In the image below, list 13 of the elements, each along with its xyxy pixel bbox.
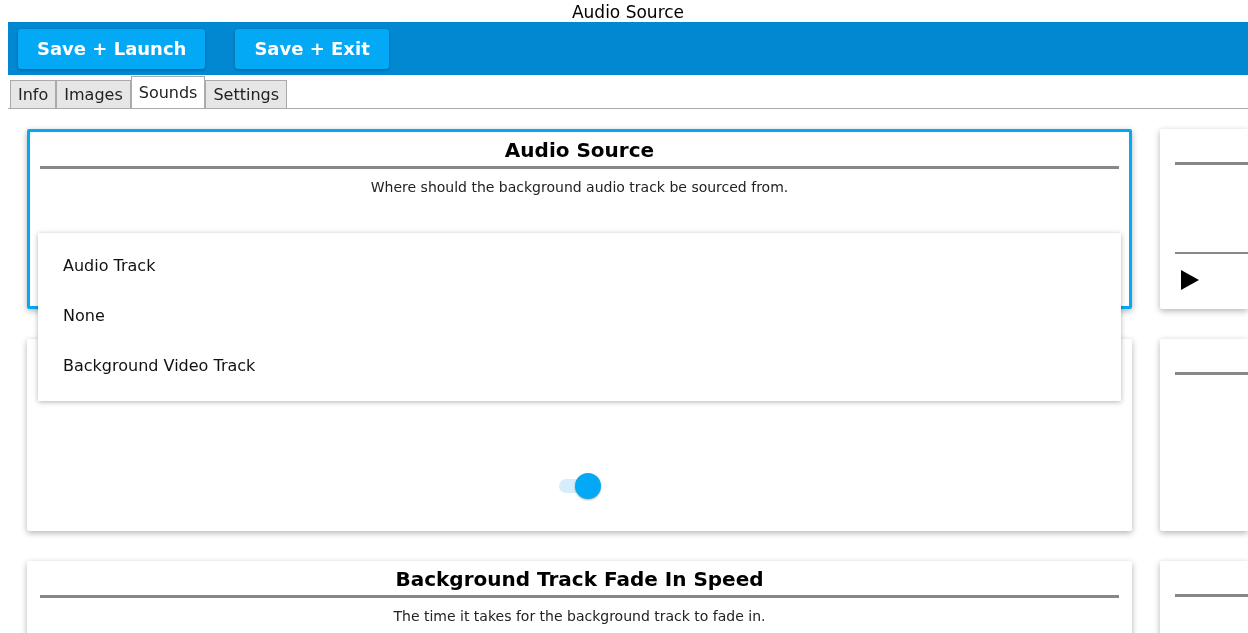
dropdown-option[interactable]: Audio Track	[38, 241, 1121, 291]
window-title: Audio Source	[571, 2, 685, 22]
setting-title: Audio Source	[504, 137, 655, 163]
setting-description: Where should the background audio track be sourced from.	[370, 179, 789, 195]
setting-title: Background Track Fade In Speed	[395, 566, 764, 592]
dropdown-option[interactable]: Background Video Track	[38, 341, 1121, 391]
dropdown-option[interactable]: None	[38, 291, 1121, 341]
setting-description: The time it takes for the background track to fade in.	[393, 608, 766, 624]
tab[interactable]: Info	[10, 80, 57, 108]
tab[interactable]: Sounds	[130, 76, 206, 108]
tab[interactable]: Images	[56, 80, 131, 108]
tab[interactable]: Settings	[205, 80, 288, 108]
play-icon[interactable]	[1180, 269, 1200, 291]
